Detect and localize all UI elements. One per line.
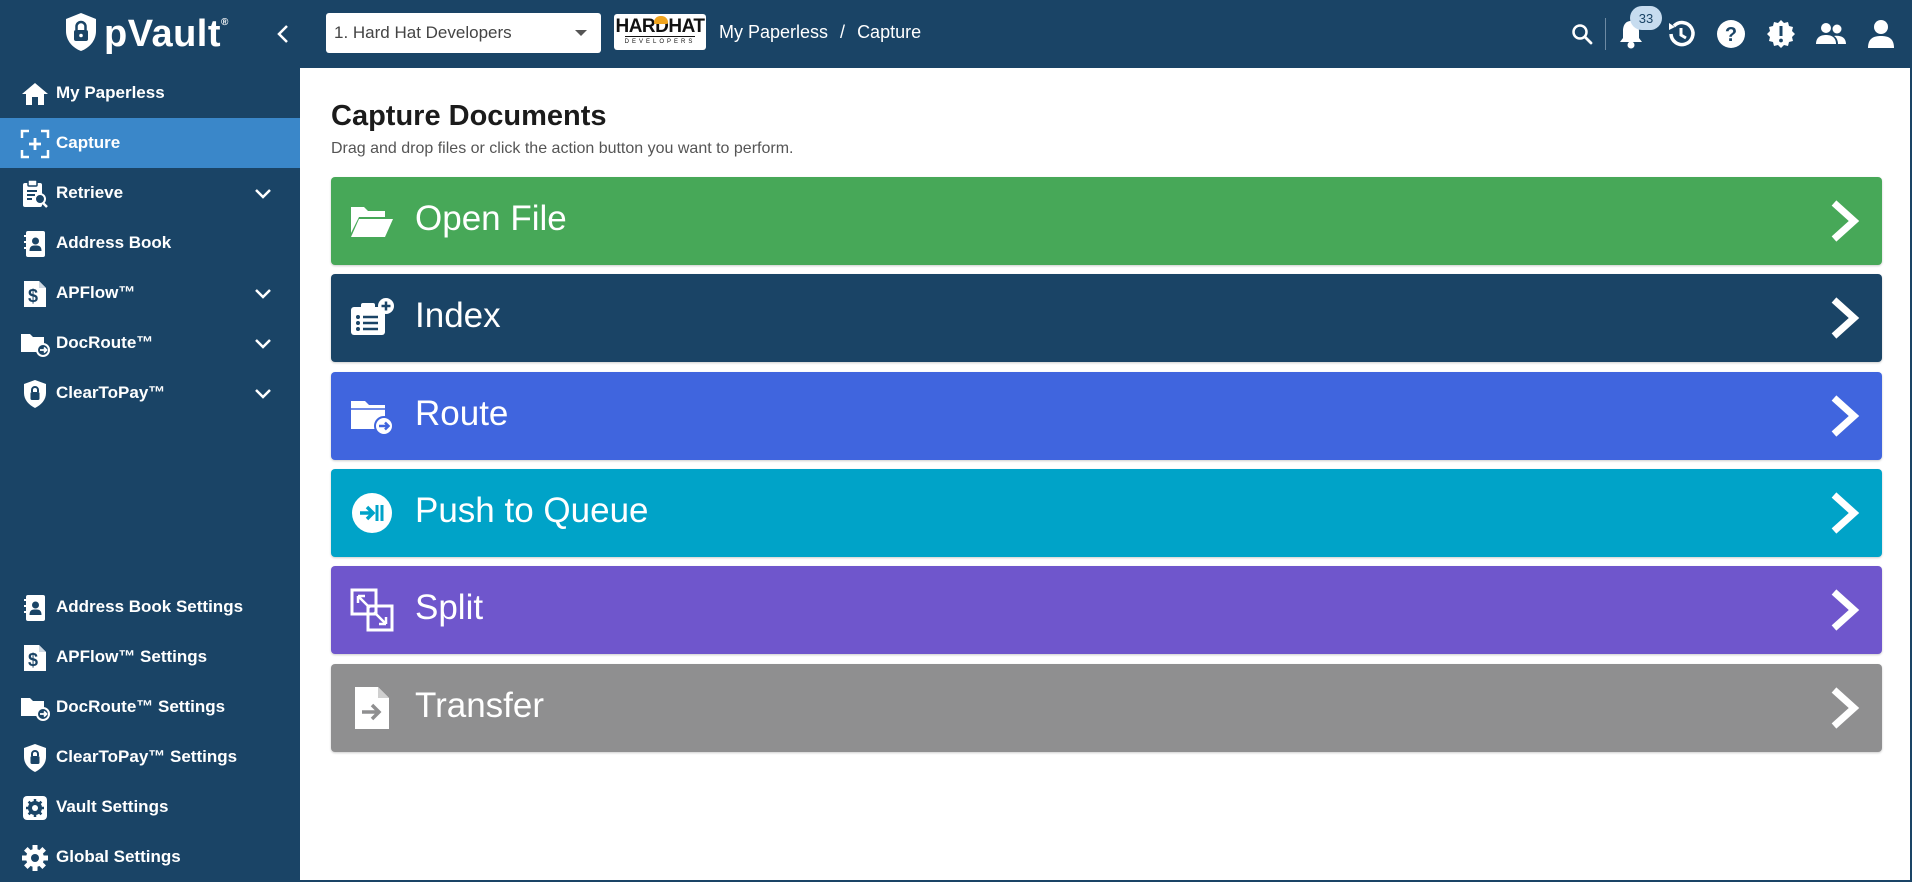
chevron-right-icon [1831, 492, 1860, 534]
sidebar-item-cleartopay[interactable]: ClearToPay™ [0, 368, 300, 418]
transfer-icon [349, 686, 395, 730]
page-title: Capture Documents [331, 100, 607, 132]
chevron-down-icon[interactable] [254, 285, 272, 303]
apflow-icon: $ [20, 644, 50, 672]
alert-badge-icon [1767, 20, 1795, 48]
folder-open-icon [349, 199, 395, 243]
alerts-button[interactable] [1761, 14, 1801, 54]
sidebar-item-apflow-settings[interactable]: $ APFlow™ Settings [0, 632, 300, 682]
cleartopay-icon [20, 744, 50, 772]
route-button[interactable]: Route [331, 372, 1882, 460]
page-subtitle: Drag and drop files or click the action … [331, 140, 794, 157]
sidebar: My Paperless Capture Retrieve Address Bo… [0, 68, 300, 882]
history-icon [1669, 20, 1695, 47]
retrieve-icon [20, 179, 50, 208]
breadcrumb-capture[interactable]: Capture [857, 22, 921, 43]
split-icon [349, 588, 395, 632]
chevron-down-icon[interactable] [254, 335, 272, 353]
chevron-right-icon [1831, 687, 1860, 729]
index-icon [349, 296, 395, 340]
users-button[interactable] [1811, 14, 1851, 54]
help-icon: ? [1717, 20, 1745, 48]
notification-badge: 33 [1630, 6, 1662, 30]
capture-icon [20, 129, 50, 159]
search-button[interactable] [1562, 14, 1602, 54]
logo-text: pVault® [104, 12, 229, 55]
users-icon [1816, 23, 1846, 44]
chevron-down-icon[interactable] [254, 185, 272, 203]
search-icon [1572, 24, 1593, 45]
chevron-right-icon [1831, 589, 1860, 631]
cleartopay-icon [20, 380, 50, 408]
sidebar-item-address-book[interactable]: Address Book [0, 218, 300, 268]
chevron-down-icon[interactable] [254, 385, 272, 403]
index-button[interactable]: Index [331, 274, 1882, 362]
sidebar-item-capture[interactable]: Capture [0, 118, 300, 168]
breadcrumb-my-paperless[interactable]: My Paperless [719, 22, 828, 43]
caret-down-icon [575, 30, 587, 36]
help-button[interactable]: ? [1711, 14, 1751, 54]
push-queue-icon [349, 491, 395, 535]
shield-lock-icon [64, 12, 98, 57]
account-icon [1868, 20, 1894, 48]
sidebar-item-address-book-settings[interactable]: Address Book Settings [0, 582, 300, 632]
sidebar-item-vault-settings[interactable]: Vault Settings [0, 782, 300, 832]
company-select-value: 1. Hard Hat Developers [334, 23, 512, 42]
sidebar-item-apflow[interactable]: $ APFlow™ [0, 268, 300, 318]
sidebar-item-my-paperless[interactable]: My Paperless [0, 68, 300, 118]
home-icon [20, 80, 50, 108]
svg-text:$: $ [28, 286, 38, 306]
open-file-button[interactable]: Open File [331, 177, 1882, 265]
breadcrumb: My Paperless / Capture [719, 22, 921, 43]
breadcrumb-separator: / [840, 22, 846, 42]
top-bar: pVault® 1. Hard Hat Developers HARDHAT D… [0, 0, 1912, 68]
chevron-right-icon [1831, 297, 1860, 339]
sidebar-item-global-settings[interactable]: Global Settings [0, 832, 300, 882]
history-button[interactable] [1661, 14, 1701, 54]
svg-text:$: $ [28, 650, 38, 670]
apflow-icon: $ [20, 280, 50, 308]
gear-icon [20, 844, 50, 872]
collapse-sidebar-button[interactable] [268, 16, 298, 52]
docroute-icon [20, 694, 50, 722]
address-book-icon [20, 594, 50, 622]
sidebar-item-cleartopay-settings[interactable]: ClearToPay™ Settings [0, 732, 300, 782]
sidebar-item-retrieve[interactable]: Retrieve [0, 168, 300, 218]
gear-box-icon [20, 794, 50, 822]
hard-hat-icon [654, 16, 668, 24]
svg-text:?: ? [1725, 24, 1737, 46]
transfer-button[interactable]: Transfer [331, 664, 1882, 752]
chevron-right-icon [1831, 395, 1860, 437]
push-to-queue-button[interactable]: Push to Queue [331, 469, 1882, 557]
app-logo[interactable]: pVault® [64, 12, 229, 57]
main-content: Capture Documents Drag and drop files or… [300, 68, 1912, 882]
header-divider [1605, 18, 1606, 50]
docroute-icon [20, 330, 50, 358]
sidebar-item-docroute[interactable]: DocRoute™ [0, 318, 300, 368]
account-button[interactable] [1861, 14, 1901, 54]
company-logo: HARDHAT DEVELOPERS [614, 14, 706, 50]
address-book-icon [20, 230, 50, 258]
company-select[interactable]: 1. Hard Hat Developers [326, 13, 601, 53]
split-button[interactable]: Split [331, 566, 1882, 654]
sidebar-item-docroute-settings[interactable]: DocRoute™ Settings [0, 682, 300, 732]
route-icon [349, 394, 395, 438]
chevron-left-icon [277, 25, 288, 43]
chevron-right-icon [1831, 200, 1860, 242]
